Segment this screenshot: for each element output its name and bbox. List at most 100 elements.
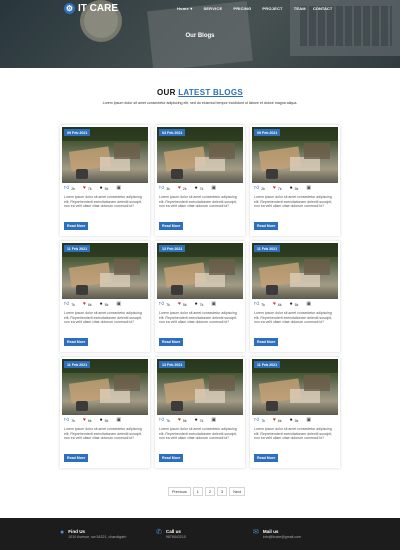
pagination-previous[interactable]: Previous [168,487,191,496]
pagination-page-1[interactable]: 1 [192,487,203,496]
blog-card: 11 Feb 2021 👍︎ 7k ♥ 6k ● 5k ▣ Lorem ipsum dolor … [250,241,340,352]
heart-icon[interactable]: ♥ [83,302,86,307]
heart-icon[interactable]: ♥ [273,186,276,191]
logo-text: IT CARE [78,3,118,14]
thumbs-up-icon[interactable]: 👍︎ [64,186,69,191]
like-count: 2k [71,186,75,191]
blog-date-badge: 11 Feb 2021 [64,361,91,368]
thumbs-up-icon[interactable]: 👍︎ [64,302,69,307]
nav-item-service[interactable]: SERVICE [203,6,222,11]
footer-call-title: Call us [165,529,181,534]
heart-count: 6k [87,302,92,307]
pagination-page-2[interactable]: 2 [204,487,216,496]
read-more-button[interactable]: Read More [159,222,184,230]
footer-mail-title: Mail us [262,529,279,534]
image-icon[interactable]: ▣ [306,186,311,191]
nav-item-home[interactable]: Home ▾ [177,6,192,11]
comment-icon[interactable]: ● [100,302,103,307]
image-icon[interactable]: ▣ [211,302,216,307]
comment-icon[interactable]: ● [290,418,293,423]
read-more-button[interactable]: Read More [254,222,279,230]
thumbs-up-icon[interactable]: 👍︎ [254,418,259,423]
comment-icon[interactable]: ● [195,302,198,307]
comment-icon[interactable]: ● [290,186,293,191]
heart-icon[interactable]: ♥ [83,418,86,423]
nav-item-contact[interactable]: CONTACT [313,6,332,11]
thumbs-up-icon[interactable]: 👍︎ [159,302,164,307]
comment-icon[interactable]: ● [195,186,198,191]
blog-card: 09 Feb 2021 👍︎ 2k ♥ 7k ● 5k ▣ Lorem ipsum dolor … [250,125,340,236]
pagination-page-3[interactable]: 3 [217,487,228,496]
blog-photo[interactable]: 11 Feb 2021 [252,243,338,299]
heart-count: 5k [182,302,187,307]
like-count: 7k [261,302,265,307]
blog-card: 11 Feb 2021 👍︎ 7k ♥ 6k ● 5k ▣ Lorem ipsum dolor … [250,357,340,468]
read-more-button[interactable]: Read More [254,338,279,346]
footer-call-value[interactable]: 9876543210 [166,535,186,539]
comment-icon[interactable]: ● [100,186,103,191]
image-icon[interactable]: ▣ [116,418,121,423]
blog-excerpt: Lorem ipsum dolor sit amet consectetur a… [254,195,333,209]
like-count: 7k [166,418,170,423]
read-more-button[interactable]: Read More [159,338,184,346]
image-icon[interactable]: ▣ [211,186,216,191]
read-more-button[interactable]: Read More [64,222,89,230]
comment-icon[interactable]: ● [290,302,293,307]
hero-banner: ⚙ IT CARE Home ▾ SERVICE PRICING PROJECT… [0,0,400,68]
blog-photo[interactable]: 13 Feb 2021 [157,359,243,415]
thumbs-up-icon[interactable]: 👍︎ [254,302,259,307]
heart-icon[interactable]: ♥ [273,418,276,423]
image-icon[interactable]: ▣ [116,302,121,307]
blog-date-badge: 03 Feb 2021 [159,129,186,136]
pagination-next[interactable]: Next [229,487,245,496]
heart-icon[interactable]: ♥ [178,418,181,423]
comment-icon[interactable]: ● [195,418,198,423]
blog-date-badge: 11 Feb 2021 [64,245,91,252]
thumbs-up-icon[interactable]: 👍︎ [64,418,69,423]
thumbs-up-icon[interactable]: 👍︎ [159,186,164,191]
thumbs-up-icon[interactable]: 👍︎ [254,186,259,191]
footer-mail-value[interactable]: info@itcare@gmail.com [263,535,301,539]
site-logo[interactable]: ⚙ IT CARE [64,3,118,14]
blog-stats: 👍︎ 7k ♥ 5k ● 7k ▣ [159,418,216,423]
heart-icon[interactable]: ♥ [178,302,181,307]
comment-count: 7k [199,186,204,191]
blog-photo[interactable]: 03 Feb 2021 [157,127,243,183]
comment-icon[interactable]: ● [100,418,103,423]
blog-stats: 👍︎ 7k ♥ 6k ● 5k ▣ [254,418,311,423]
blog-date-badge: 09 Feb 2021 [64,129,91,136]
blog-photo[interactable]: 09 Feb 2021 [62,127,148,183]
nav-item-pricing[interactable]: PRICING [233,6,251,11]
comment-count: 7k [199,418,204,423]
image-icon[interactable]: ▣ [306,418,311,423]
blog-date-badge: 11 Feb 2021 [254,245,281,252]
blog-photo[interactable]: 09 Feb 2021 [252,127,338,183]
blog-card: 13 Feb 2021 👍︎ 7k ♥ 5k ● 7k ▣ Lorem ipsum dolor … [155,241,245,352]
image-icon[interactable]: ▣ [116,186,121,191]
heart-icon[interactable]: ♥ [273,302,276,307]
blog-photo[interactable]: 11 Feb 2021 [252,359,338,415]
heart-count: 6k [87,418,92,423]
heart-icon[interactable]: ♥ [178,186,181,191]
image-icon[interactable]: ▣ [306,302,311,307]
read-more-button[interactable]: Read More [64,454,89,462]
blog-photo[interactable]: 11 Feb 2021 [62,359,148,415]
blog-date-badge: 13 Feb 2021 [159,245,186,252]
blog-photo[interactable]: 11 Feb 2021 [62,243,148,299]
nav-item-project[interactable]: PROJECT [262,6,282,11]
footer-mail-us: ✉ Mail us info@itcare@gmail.com [253,529,301,539]
thumbs-up-icon[interactable]: 👍︎ [159,418,164,423]
nav-item-team[interactable]: TEAM [294,6,306,11]
read-more-button[interactable]: Read More [159,454,184,462]
heart-icon[interactable]: ♥ [83,186,86,191]
read-more-button[interactable]: Read More [64,338,89,346]
blog-stats: 👍︎ 2k ♥ 7k ● 5k ▣ [64,186,121,191]
image-icon[interactable]: ▣ [211,418,216,423]
footer-find-value: 1010 Avenue, sw 54321, chandigarh [68,535,127,539]
blog-photo[interactable]: 13 Feb 2021 [157,243,243,299]
map-pin-icon: ● [60,529,65,536]
read-more-button[interactable]: Read More [254,454,279,462]
blog-excerpt: Lorem ipsum dolor sit amet consectetur a… [64,195,143,209]
heart-count: 7k [277,186,282,191]
page-title: Our Blogs [185,33,215,39]
